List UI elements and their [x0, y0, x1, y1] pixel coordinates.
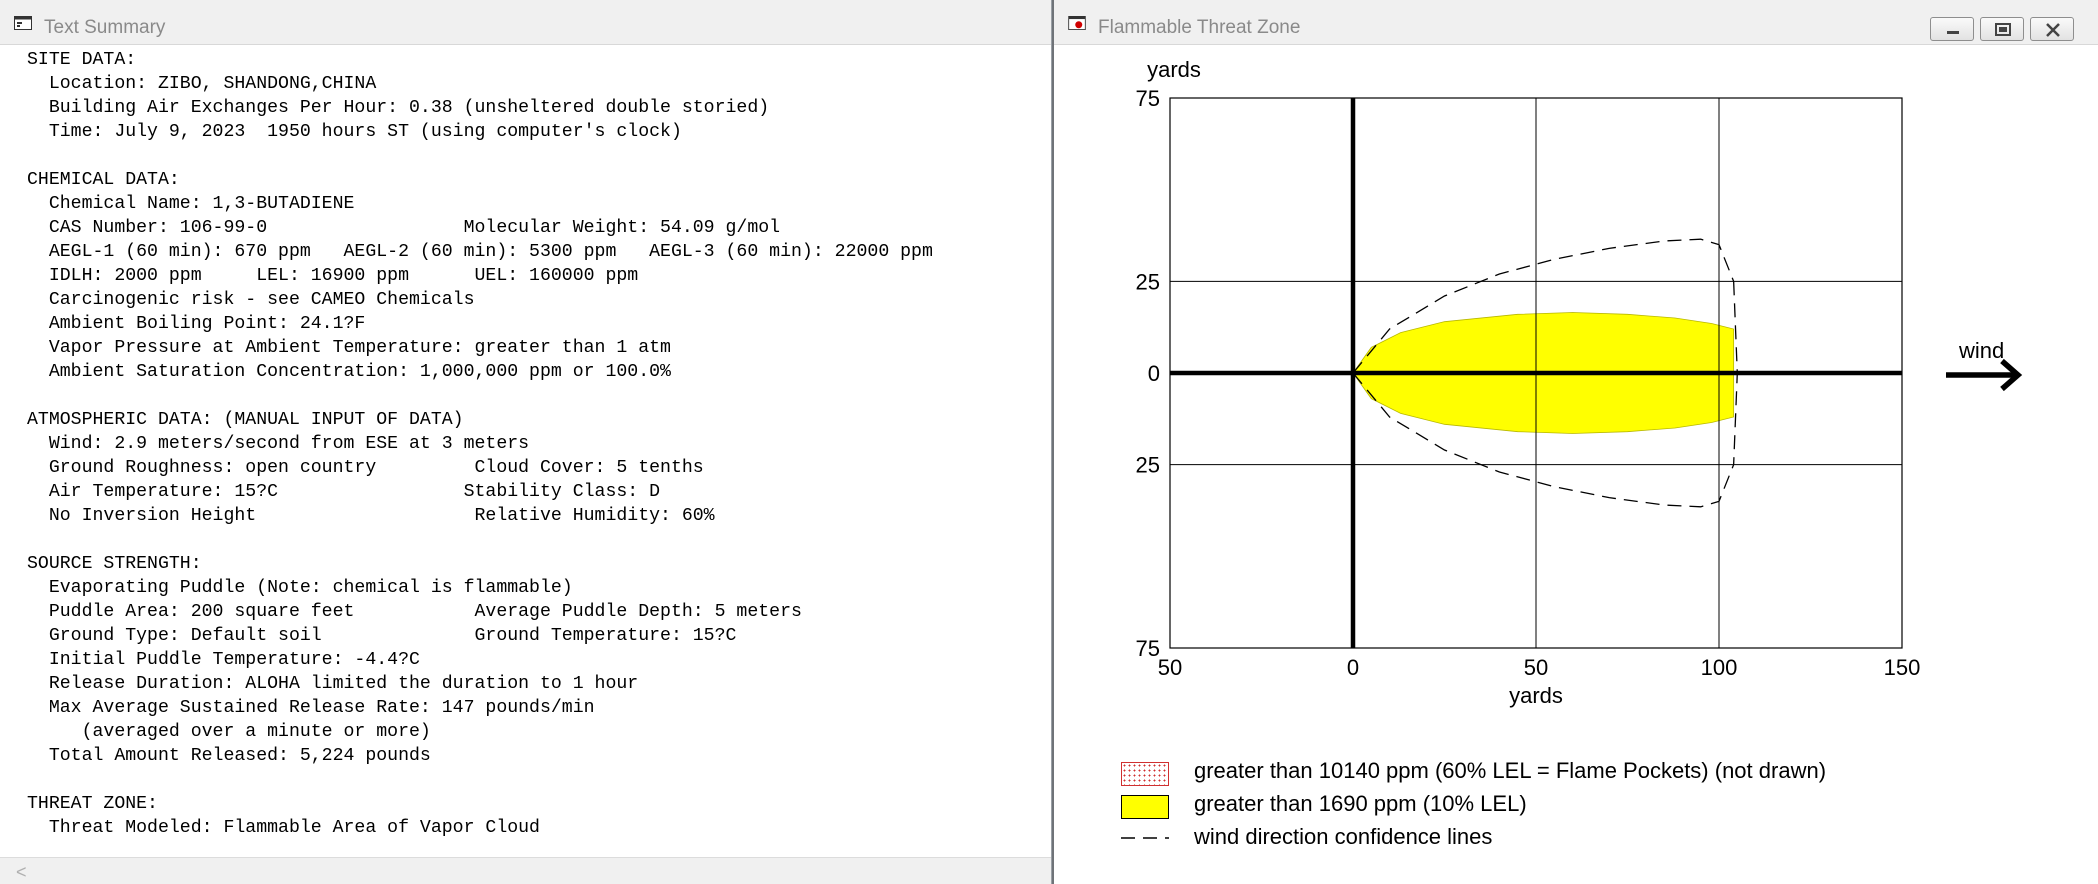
- summary-line: AEGL-1 (60 min): 670 ppm AEGL-2 (60 min)…: [27, 242, 933, 262]
- text-summary-titlebar[interactable]: Text Summary: [0, 0, 1051, 45]
- summary-line: Release Duration: ALOHA limited the dura…: [27, 674, 639, 694]
- threat-zone-titlebar[interactable]: Flammable Threat Zone: [1054, 0, 2098, 45]
- summary-line: Building Air Exchanges Per Hour: 0.38 (u…: [27, 98, 770, 118]
- summary-line: Chemical Name: 1,3-BUTADIENE: [27, 194, 355, 214]
- summary-line: Puddle Area: 200 square feet Average Pud…: [27, 602, 802, 622]
- summary-line: Ambient Saturation Concentration: 1,000,…: [27, 362, 671, 382]
- legend-label-10-lel: greater than 1690 ppm (10% LEL): [1194, 791, 1527, 816]
- y-tick-label: 0: [1148, 361, 1160, 386]
- y-tick-label: 25: [1136, 269, 1160, 294]
- summary-text: SITE DATA: Location: ZIBO, SHANDONG,CHIN…: [27, 48, 933, 840]
- summary-line: SOURCE STRENGTH:: [27, 554, 202, 574]
- x-tick-label: 50: [1524, 655, 1548, 680]
- threat-zone-window: Flammable Threat Zone 50 0 50 100 150 75 25 0 25…: [1052, 0, 2098, 884]
- summary-line: Ground Roughness: open country Cloud Cov…: [27, 458, 704, 478]
- window-title: Text Summary: [44, 17, 166, 38]
- restore-icon: [1995, 23, 2011, 36]
- close-icon: [2046, 23, 2060, 37]
- summary-line: No Inversion Height Relative Humidity: 6…: [27, 506, 715, 526]
- summary-line: IDLH: 2000 ppm LEL: 16900 ppm UEL: 16000…: [27, 266, 639, 286]
- summary-line: CAS Number: 106-99-0 Molecular Weight: 5…: [27, 218, 781, 238]
- horizontal-scrollbar[interactable]: <: [0, 857, 1051, 884]
- summary-line: Threat Modeled: Flammable Area of Vapor …: [27, 818, 540, 838]
- x-tick-label: 150: [1884, 655, 1921, 680]
- y-axis-label: yards: [1147, 57, 1201, 82]
- summary-line: Location: ZIBO, SHANDONG,CHINA: [27, 74, 377, 94]
- x-tick-label: 100: [1701, 655, 1738, 680]
- summary-line: Initial Puddle Temperature: -4.4?C: [27, 650, 420, 670]
- summary-line: Carcinogenic risk - see CAMEO Chemicals: [27, 290, 475, 310]
- flame-app-icon: [1068, 16, 1086, 30]
- minimize-icon: [1947, 31, 1959, 34]
- window-title: Flammable Threat Zone: [1098, 17, 1301, 38]
- legend-label-confidence: wind direction confidence lines: [1194, 824, 1493, 849]
- minimize-button[interactable]: [1930, 17, 1974, 41]
- summary-line: Ground Type: Default soil Ground Tempera…: [27, 626, 737, 646]
- summary-line: Ambient Boiling Point: 24.1?F: [27, 314, 366, 334]
- y-tick-label: 25: [1136, 453, 1160, 478]
- legend-label-flame-pockets: greater than 10140 ppm (60% LEL = Flame …: [1194, 758, 1827, 783]
- summary-line: Evaporating Puddle (Note: chemical is fl…: [27, 578, 573, 598]
- x-tick-label: 0: [1347, 655, 1359, 680]
- summary-line: Vapor Pressure at Ambient Temperature: g…: [27, 338, 671, 358]
- y-tick-label: 75: [1136, 86, 1160, 111]
- wind-label: wind: [1958, 338, 2004, 363]
- close-button[interactable]: [2030, 17, 2074, 41]
- y-tick-label: 75: [1136, 636, 1160, 661]
- summary-line: Max Average Sustained Release Rate: 147 …: [27, 698, 595, 718]
- summary-line: THREAT ZONE:: [27, 794, 158, 814]
- x-tick-label: 50: [1158, 655, 1182, 680]
- summary-line: Total Amount Released: 5,224 pounds: [27, 746, 431, 766]
- legend-swatch-confidence: [1121, 837, 1169, 839]
- summary-line: (averaged over a minute or more): [27, 722, 431, 742]
- summary-line: Wind: 2.9 meters/second from ESE at 3 me…: [27, 434, 530, 454]
- summary-line: Time: July 9, 2023 1950 hours ST (using …: [27, 122, 682, 142]
- app-icon: [14, 16, 32, 30]
- scroll-left-icon[interactable]: <: [16, 862, 27, 883]
- maximize-button[interactable]: [1980, 17, 2024, 41]
- text-summary-window: Text Summary SITE DATA: Location: ZIBO, …: [0, 0, 1052, 884]
- legend-swatch-flame-pockets: [1121, 762, 1169, 786]
- summary-line: ATMOSPHERIC DATA: (MANUAL INPUT OF DATA): [27, 410, 464, 430]
- x-axis-label: yards: [1509, 683, 1563, 708]
- summary-line: Air Temperature: 15?C Stability Class: D: [27, 482, 661, 502]
- summary-line: SITE DATA:: [27, 50, 137, 70]
- legend-swatch-10-lel: [1121, 795, 1169, 819]
- summary-line: CHEMICAL DATA:: [27, 170, 180, 190]
